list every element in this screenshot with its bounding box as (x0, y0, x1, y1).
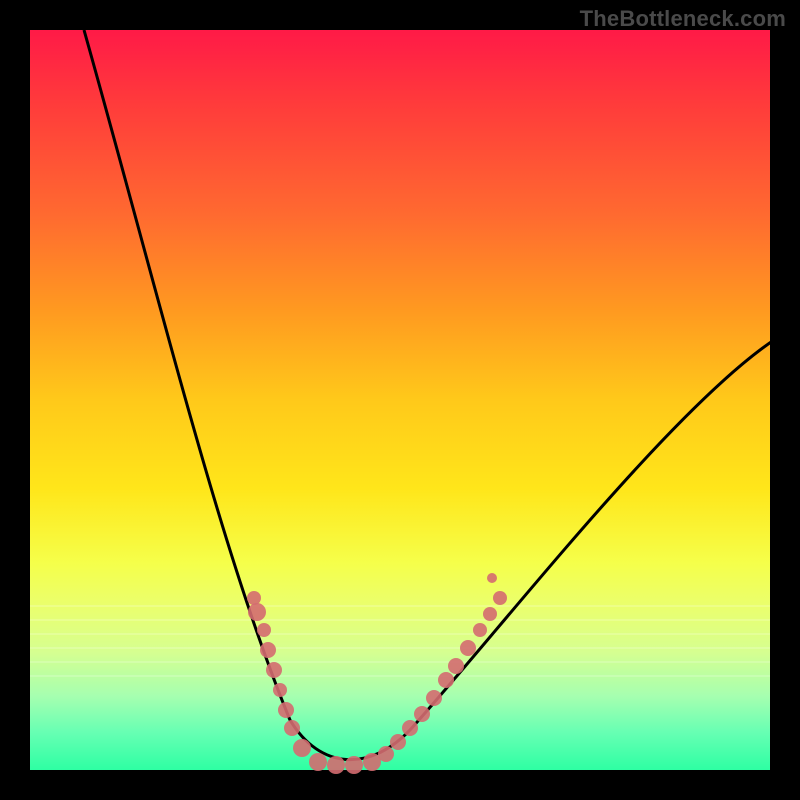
data-marker (378, 746, 394, 762)
data-marker (448, 658, 464, 674)
data-marker (248, 603, 266, 621)
data-marker (390, 734, 406, 750)
data-marker (487, 573, 497, 583)
data-marker (402, 720, 418, 736)
markers-group (247, 573, 507, 774)
data-marker (483, 607, 497, 621)
data-marker (284, 720, 300, 736)
watermark-text: TheBottleneck.com (580, 6, 786, 32)
plot-area (30, 30, 770, 770)
data-marker (345, 756, 363, 774)
chart-frame: TheBottleneck.com (0, 0, 800, 800)
data-marker (438, 672, 454, 688)
data-marker (257, 623, 271, 637)
stripes-group (30, 606, 770, 676)
data-marker (493, 591, 507, 605)
data-marker (309, 753, 327, 771)
data-marker (247, 591, 261, 605)
data-marker (278, 702, 294, 718)
bottleneck-curve-path (84, 30, 774, 760)
data-marker (473, 623, 487, 637)
data-marker (460, 640, 476, 656)
curve-group (84, 30, 774, 760)
data-marker (260, 642, 276, 658)
data-marker (266, 662, 282, 678)
chart-svg (30, 30, 770, 770)
data-marker (414, 706, 430, 722)
data-marker (273, 683, 287, 697)
data-marker (293, 739, 311, 757)
data-marker (426, 690, 442, 706)
data-marker (327, 756, 345, 774)
